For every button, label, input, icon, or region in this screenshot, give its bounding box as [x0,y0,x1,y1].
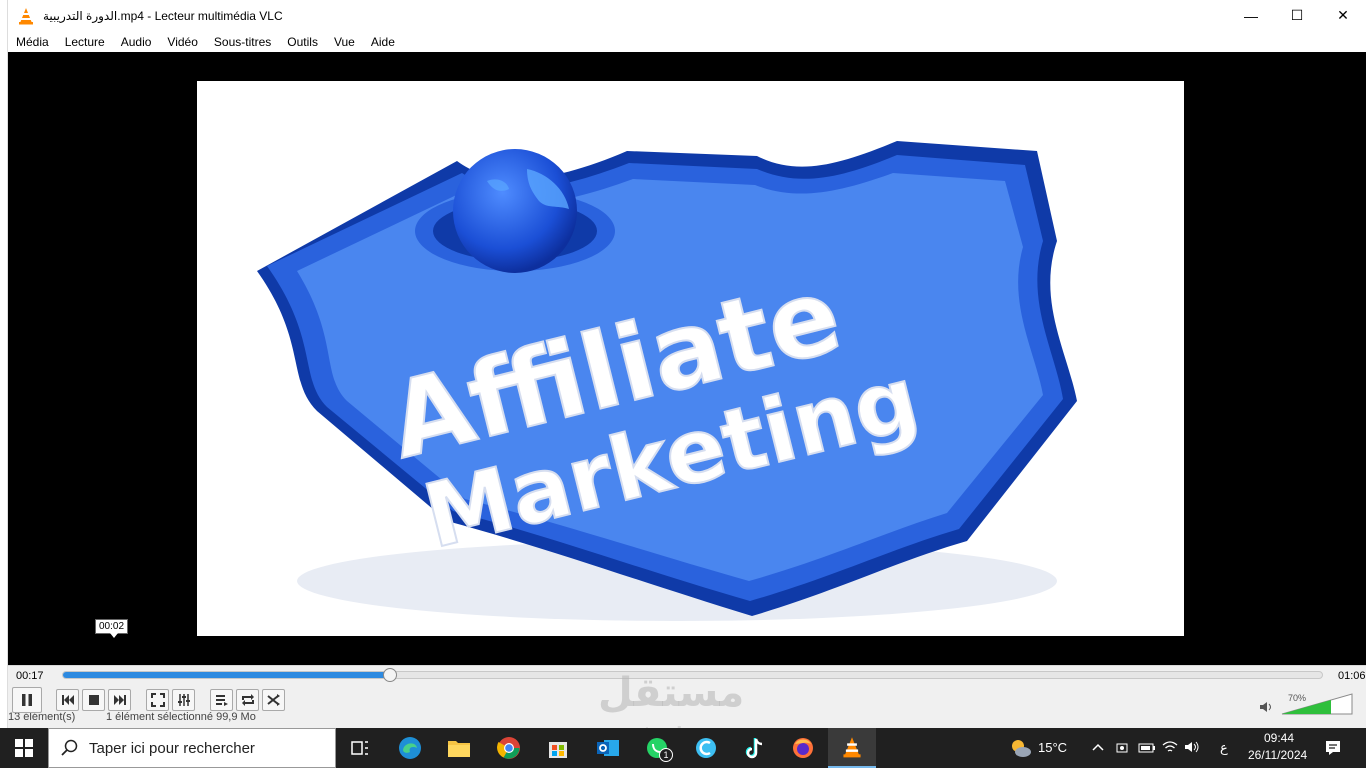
taskbar-explorer[interactable] [445,734,473,762]
taskbar-edge[interactable] [396,734,424,762]
task-view-button[interactable] [346,734,374,762]
taskbar-whatsapp[interactable]: 1 [643,734,673,762]
menu-subtitles[interactable]: Sous-titres [206,35,279,49]
taskbar-firefox[interactable] [789,734,817,762]
video-area[interactable]: Affiliate Marketing 00:02 [8,52,1366,665]
task-view-icon [351,741,368,755]
edge-icon [399,737,421,759]
vlc-icon [19,7,33,24]
outlook-icon [597,740,619,756]
menu-lecture[interactable]: Lecture [57,35,113,49]
elapsed-time: 00:17 [16,670,44,682]
taskbar-vlc[interactable] [828,728,876,768]
loop-icon [241,694,254,706]
start-button[interactable] [10,734,38,762]
taskbar-outlook[interactable] [594,734,622,762]
window-title: الدورة التدريبية.mp4 - Lecteur multimédi… [43,8,283,23]
affiliate-marketing-shield: Affiliate Marketing [257,141,1077,621]
seek-bar[interactable] [62,668,1323,682]
playlist-icon [215,695,228,706]
windows-taskbar: Taper ici pour rechercher 1 15°C ع 09:44… [0,728,1366,768]
video-frame: Affiliate Marketing [197,81,1184,636]
next-button[interactable] [108,689,131,711]
previous-icon [61,695,74,705]
vlc-window: الدورة التدريبية.mp4 - Lecteur multimédi… [0,0,1366,747]
taskbar-store[interactable] [544,734,572,762]
seek-hover-tooltip: 00:02 [95,619,129,638]
battery-icon[interactable] [1138,741,1156,755]
tiktok-icon [745,738,763,759]
menu-view[interactable]: Vue [326,35,363,49]
fullscreen-icon [150,693,165,707]
weather-icon[interactable] [1008,737,1032,759]
clock-date[interactable]: 26/11/2024 [1248,748,1307,762]
search-icon [61,739,78,756]
clock-time[interactable]: 09:44 [1264,731,1294,745]
seek-bar-progress [63,672,391,678]
maximize-button[interactable]: ☐ [1274,0,1320,31]
search-placeholder: Taper ici pour rechercher [89,739,255,757]
shuffle-icon [266,694,280,706]
title-bar[interactable]: الدورة التدريبية.mp4 - Lecteur multimédi… [8,0,1366,31]
playlist-button[interactable] [210,689,233,711]
playback-controls: 00:17 01:06 13 élément(s) 1 élément séle… [8,665,1366,728]
menu-bar: Média Lecture Audio Vidéo Sous-titres Ou… [8,31,1366,52]
stop-icon [88,695,99,705]
minimize-button[interactable]: — [1228,0,1274,31]
extended-settings-button[interactable] [172,689,195,711]
background-window-edge [0,0,8,728]
menu-audio[interactable]: Audio [113,35,160,49]
wifi-icon[interactable] [1162,740,1178,754]
bg-selection-info: 1 élément sélectionné 99,9 Mo [106,711,256,723]
seek-handle[interactable] [383,668,398,682]
close-button[interactable]: ✕ [1320,0,1366,31]
whatsapp-badge: 1 [659,748,673,762]
notification-icon[interactable] [1324,739,1342,757]
loop-button[interactable] [236,689,259,711]
taskbar-chrome[interactable] [495,734,523,762]
shuffle-button[interactable] [262,689,285,711]
chevron-up-icon[interactable] [1092,742,1104,752]
weather-temp[interactable]: 15°C [1038,740,1067,755]
file-explorer-icon [448,741,470,757]
pause-icon [22,694,32,706]
menu-video[interactable]: Vidéo [159,35,205,49]
previous-button[interactable] [56,689,79,711]
chrome-icon [497,737,520,759]
taskbar-copilot[interactable] [692,734,720,762]
meet-icon[interactable] [1115,740,1129,756]
volume-icon[interactable] [1259,701,1273,713]
extended-settings-icon [177,694,190,706]
next-icon [113,695,126,705]
windows-start-icon [15,739,33,757]
firefox-icon [793,738,813,758]
taskbar-tiktok[interactable] [740,734,768,762]
copilot-icon [696,738,716,758]
input-language[interactable]: ع [1220,740,1228,756]
speaker-icon[interactable] [1184,740,1200,754]
fullscreen-button[interactable] [146,689,169,711]
taskbar-search[interactable]: Taper ici pour rechercher [48,728,336,768]
pause-button[interactable] [12,687,42,713]
vlc-taskbar-icon [843,737,861,758]
store-icon [549,742,567,758]
volume-slider[interactable] [1280,692,1354,716]
menu-media[interactable]: Média [8,35,57,49]
menu-help[interactable]: Aide [363,35,403,49]
stop-button[interactable] [82,689,105,711]
menu-tools[interactable]: Outils [279,35,326,49]
total-time: 01:06 [1338,670,1366,682]
